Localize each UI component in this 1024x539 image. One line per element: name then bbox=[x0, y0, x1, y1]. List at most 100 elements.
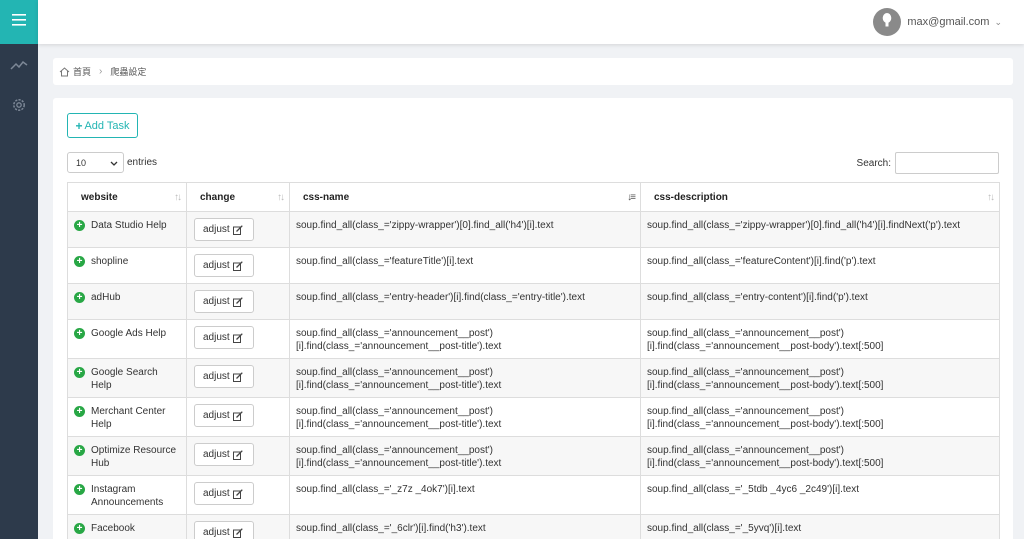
cell-css-description: soup.find_all(class_='entry-content')[i]… bbox=[640, 283, 1000, 320]
expand-row-icon[interactable]: + bbox=[74, 292, 85, 303]
website-name: Data Studio Help bbox=[91, 220, 167, 231]
adjust-button[interactable]: adjust bbox=[194, 365, 254, 388]
edit-icon bbox=[232, 332, 243, 343]
cell-css-description: soup.find_all(class_='_5yvq')[i].text bbox=[640, 514, 1000, 539]
adjust-button[interactable]: adjust bbox=[194, 404, 254, 427]
table-row: + Google Search Help adjust soup.find_all(c… bbox=[67, 358, 1000, 398]
website-cell: + Facebook bbox=[74, 522, 180, 535]
cell-change: adjust bbox=[186, 211, 290, 248]
cell-css-description: soup.find_all(class_='announcement__post… bbox=[640, 319, 1000, 359]
cell-change: adjust bbox=[186, 436, 290, 476]
sidebar-item-dashboard[interactable] bbox=[0, 48, 38, 86]
website-name: shopline bbox=[91, 256, 129, 267]
task-table: website ↑↓ change ↑↓ css-name ↓≡ css-descri… bbox=[67, 182, 1000, 539]
cell-change: adjust bbox=[186, 247, 290, 284]
edit-icon bbox=[232, 410, 243, 421]
column-label: css-name bbox=[303, 191, 350, 203]
adjust-button[interactable]: adjust bbox=[194, 326, 254, 349]
expand-row-icon[interactable]: + bbox=[74, 484, 85, 495]
table-row: + Instagram Announcements adjust soup.find_… bbox=[67, 475, 1000, 515]
search-input[interactable] bbox=[895, 152, 999, 174]
adjust-label: adjust bbox=[203, 527, 230, 538]
entries-length: 10 entries bbox=[67, 152, 157, 173]
column-header-change[interactable]: change ↑↓ bbox=[186, 182, 290, 212]
cell-css-name: soup.find_all(class_='zippy-wrapper')[0]… bbox=[289, 211, 641, 248]
adjust-label: adjust bbox=[203, 332, 230, 343]
expand-row-icon[interactable]: + bbox=[74, 445, 85, 456]
user-email: max@gmail.com bbox=[907, 16, 990, 28]
adjust-button[interactable]: adjust bbox=[194, 482, 254, 505]
website-cell: + Optimize Resource Hub bbox=[74, 444, 180, 470]
cell-change: adjust bbox=[186, 397, 290, 437]
table-body: + Data Studio Help adjust soup.find_all(cla… bbox=[67, 211, 1000, 539]
expand-row-icon[interactable]: + bbox=[74, 406, 85, 417]
edit-icon bbox=[232, 371, 243, 382]
expand-row-icon[interactable]: + bbox=[74, 256, 85, 267]
cell-change: adjust bbox=[186, 358, 290, 398]
cell-website: + Google Search Help bbox=[67, 358, 187, 398]
user-icon bbox=[880, 12, 894, 33]
table-row: + adHub adjust soup.find_all(class_='entry-… bbox=[67, 283, 1000, 320]
adjust-button[interactable]: adjust bbox=[194, 443, 254, 466]
adjust-button[interactable]: adjust bbox=[194, 254, 254, 277]
chart-line-icon bbox=[10, 58, 28, 76]
cell-css-description: soup.find_all(class_='announcement__post… bbox=[640, 358, 1000, 398]
website-cell: + shopline bbox=[74, 255, 180, 268]
breadcrumb-home[interactable]: 首頁 bbox=[73, 65, 91, 78]
table-row: + Facebook adjust soup.find_all(class_='_6c… bbox=[67, 514, 1000, 539]
expand-row-icon[interactable]: + bbox=[74, 220, 85, 231]
adjust-label: adjust bbox=[203, 488, 230, 499]
website-cell: + Google Ads Help bbox=[74, 327, 180, 340]
edit-icon bbox=[232, 296, 243, 307]
sort-icon: ↑↓ bbox=[987, 192, 995, 203]
column-header-css-description[interactable]: css-description ↑↓ bbox=[640, 182, 1000, 212]
website-name: Instagram Announcements bbox=[91, 484, 164, 508]
column-label: website bbox=[81, 191, 118, 203]
table-header-row: website ↑↓ change ↑↓ css-name ↓≡ css-descri… bbox=[67, 182, 1000, 212]
cell-css-description: soup.find_all(class_='announcement__post… bbox=[640, 397, 1000, 437]
adjust-button[interactable]: adjust bbox=[194, 290, 254, 313]
cell-website: + Optimize Resource Hub bbox=[67, 436, 187, 476]
website-cell: + adHub bbox=[74, 291, 180, 304]
cell-css-name: soup.find_all(class_='announcement__post… bbox=[289, 358, 641, 398]
task-panel: + Add Task 10 entries Search: website ↑↓ … bbox=[53, 98, 1013, 539]
cell-css-name: soup.find_all(class_='featureTitle')[i].… bbox=[289, 247, 641, 284]
search-label: Search: bbox=[856, 157, 891, 169]
expand-row-icon[interactable]: + bbox=[74, 523, 85, 534]
cell-website: + adHub bbox=[67, 283, 187, 320]
adjust-button[interactable]: adjust bbox=[194, 218, 254, 241]
adjust-label: adjust bbox=[203, 371, 230, 382]
add-task-button[interactable]: + Add Task bbox=[67, 113, 138, 138]
adjust-label: adjust bbox=[203, 260, 230, 271]
edit-icon bbox=[232, 488, 243, 499]
menu-toggle-button[interactable] bbox=[0, 0, 38, 44]
entries-label: entries bbox=[127, 157, 158, 168]
expand-row-icon[interactable]: + bbox=[74, 367, 85, 378]
cell-change: adjust bbox=[186, 319, 290, 359]
entries-select[interactable]: 10 bbox=[67, 152, 124, 173]
adjust-label: adjust bbox=[203, 449, 230, 460]
gear-icon bbox=[11, 97, 27, 118]
website-name: adHub bbox=[91, 292, 121, 303]
cell-css-name: soup.find_all(class_='announcement__post… bbox=[289, 319, 641, 359]
website-name: Google Search Help bbox=[91, 367, 158, 391]
adjust-label: adjust bbox=[203, 296, 230, 307]
user-menu[interactable]: max@gmail.com ⌄ bbox=[873, 8, 1002, 36]
avatar bbox=[873, 8, 902, 36]
cell-css-name: soup.find_all(class_='entry-header')[i].… bbox=[289, 283, 641, 320]
website-cell: + Google Search Help bbox=[74, 366, 180, 392]
adjust-button[interactable]: adjust bbox=[194, 521, 254, 539]
sidebar-item-settings[interactable] bbox=[0, 88, 38, 126]
website-cell: + Data Studio Help bbox=[74, 219, 180, 232]
cell-css-name: soup.find_all(class_='_z7z _4ok7')[i].te… bbox=[289, 475, 641, 515]
sort-icon: ↑↓ bbox=[174, 192, 182, 203]
edit-icon bbox=[232, 260, 243, 271]
top-header: max@gmail.com ⌄ bbox=[38, 0, 1024, 44]
sort-desc-icon: ↓≡ bbox=[627, 192, 636, 203]
expand-row-icon[interactable]: + bbox=[74, 328, 85, 339]
column-header-css-name[interactable]: css-name ↓≡ bbox=[289, 182, 641, 212]
column-header-website[interactable]: website ↑↓ bbox=[67, 182, 187, 212]
cell-css-description: soup.find_all(class_='_5tdb _4yc6 _2c49'… bbox=[640, 475, 1000, 515]
cell-css-description: soup.find_all(class_='announcement__post… bbox=[640, 436, 1000, 476]
entries-value: 10 bbox=[76, 157, 87, 168]
